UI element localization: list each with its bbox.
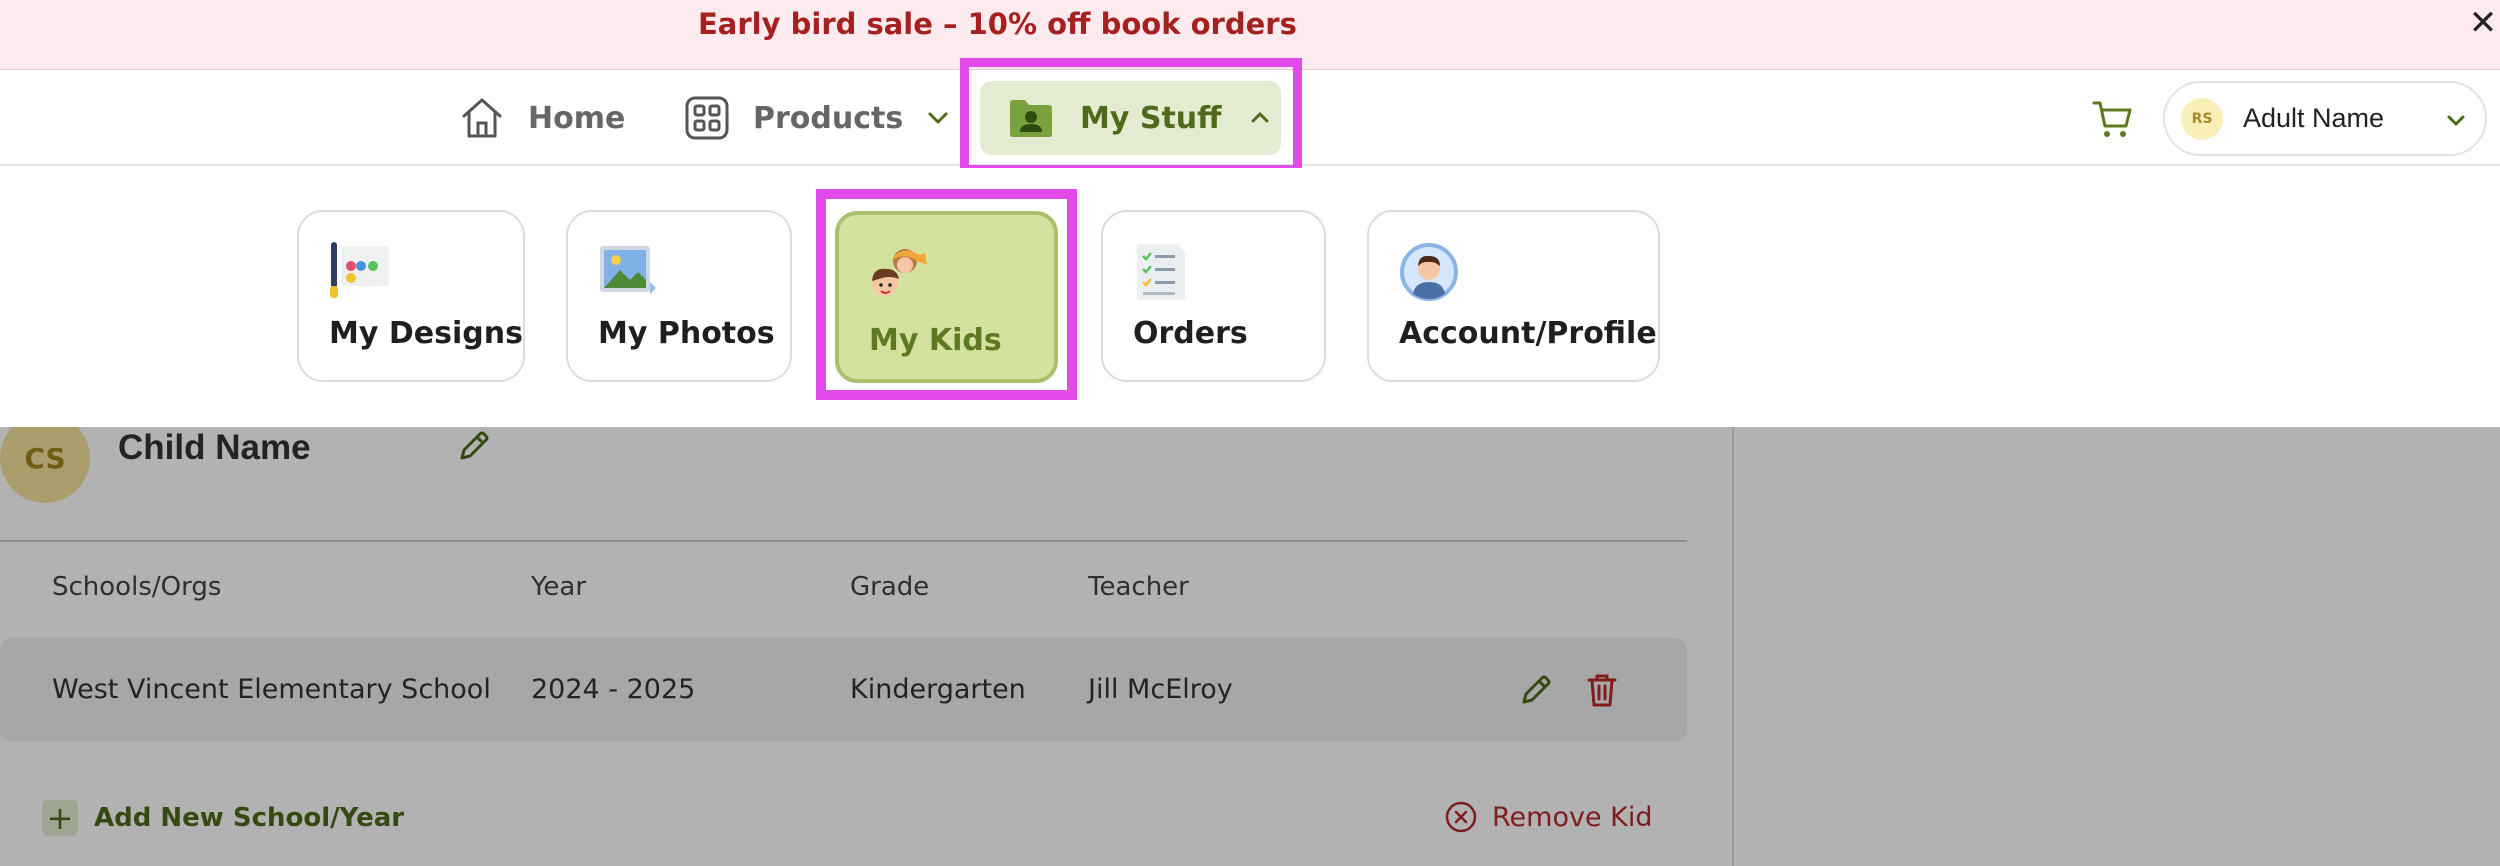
menu-item-label: Account/Profile: [1399, 316, 1657, 351]
nav-products[interactable]: Products: [683, 70, 953, 166]
remove-kid-button[interactable]: Remove Kid: [1444, 800, 1653, 834]
edit-child-icon[interactable]: [456, 428, 492, 464]
menu-item-my-designs[interactable]: My Designs: [297, 210, 525, 382]
nav-home-label: Home: [528, 100, 626, 136]
table-cell-grade: Kindergarten: [850, 674, 1026, 705]
table-header-teacher: Teacher: [1088, 572, 1189, 602]
kids-icon: [872, 249, 927, 296]
add-school-year-label: Add New School/Year: [94, 803, 405, 833]
table-cell-year: 2024 - 2025: [531, 674, 696, 705]
chevron-down-icon: [2447, 115, 2465, 126]
home-icon: [458, 94, 506, 142]
profile-icon: [1400, 243, 1458, 301]
chevron-up-icon: [1251, 112, 1269, 123]
avatar: RS: [2181, 97, 2223, 140]
remove-circle-icon: [1445, 801, 1477, 833]
menu-item-account-profile[interactable]: Account/Profile: [1367, 210, 1660, 382]
menu-item-my-photos[interactable]: My Photos: [566, 210, 792, 382]
checklist-icon: [1137, 244, 1185, 300]
nav-my-stuff-label: My Stuff: [1080, 100, 1222, 136]
trash-icon[interactable]: [1585, 672, 1619, 708]
nav-products-label: Products: [753, 100, 904, 136]
menu-item-my-kids[interactable]: My Kids: [835, 211, 1058, 383]
user-name: Adult Name: [2243, 103, 2385, 133]
nav-home[interactable]: Home: [458, 70, 625, 166]
menu-item-label: My Designs: [329, 316, 523, 351]
palette-icon: [330, 242, 389, 298]
edit-row-icon[interactable]: [1518, 672, 1554, 708]
grid-icon: [683, 94, 731, 142]
menu-item-orders[interactable]: Orders: [1101, 210, 1326, 382]
menu-item-label: My Photos: [598, 316, 775, 351]
nav-my-stuff[interactable]: My Stuff: [980, 81, 1281, 155]
photo-icon: [600, 246, 656, 294]
menu-item-label: Orders: [1133, 316, 1248, 351]
menu-item-label: My Kids: [869, 323, 1002, 358]
folder-user-icon: [1010, 100, 1052, 137]
plus-icon: +: [42, 800, 78, 836]
table-cell-school: West Vincent Elementary School: [52, 674, 491, 705]
remove-kid-label: Remove Kid: [1492, 801, 1653, 833]
chevron-down-icon: [928, 112, 948, 124]
add-school-year-button[interactable]: + Add New School/Year: [42, 800, 404, 836]
table-header-schools: Schools/Orgs: [52, 572, 222, 602]
promo-banner-text: Early bird sale – 10% off book orders: [698, 7, 1297, 41]
section-divider: [0, 540, 1687, 542]
table-header-grade: Grade: [850, 572, 930, 602]
table-cell-teacher: Jill McElroy: [1088, 674, 1233, 705]
cart-icon[interactable]: [2092, 98, 2134, 140]
child-name: Child Name: [118, 428, 311, 467]
user-menu[interactable]: RS Adult Name: [2163, 81, 2487, 156]
table-header-year: Year: [531, 572, 587, 602]
column-divider: [1732, 427, 1734, 866]
close-icon[interactable]: ✕: [2466, 4, 2500, 42]
